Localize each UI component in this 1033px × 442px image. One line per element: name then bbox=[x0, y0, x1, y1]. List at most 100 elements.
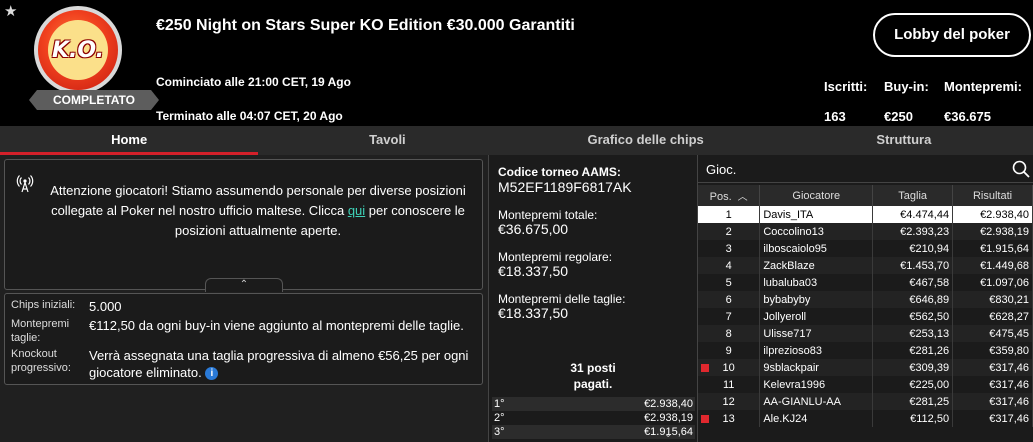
entrants-label: Iscritti: bbox=[824, 79, 868, 94]
row-result: €628,27 bbox=[952, 308, 1033, 325]
table-row[interactable]: 3 ilboscaiolo95 €210,94 €1.915,64 bbox=[698, 240, 1033, 257]
row-player-name: bybabyby bbox=[759, 291, 874, 308]
tournament-details: Chips iniziali: 5.000 Montepremi taglie:… bbox=[4, 293, 483, 385]
table-row[interactable]: 4 ZackBlaze €1.453,70 €1.449,68 bbox=[698, 257, 1033, 274]
column-position[interactable]: Pos. ︿ bbox=[698, 185, 761, 206]
scroll-down-icon[interactable]: ⌄ bbox=[664, 429, 672, 440]
total-prize-value: €36.675,00 bbox=[498, 221, 569, 237]
row-player-name: 9sblackpair bbox=[759, 359, 874, 376]
ko-logo: K.O. COMPLETATO bbox=[22, 0, 159, 112]
tab-structure[interactable]: Struttura bbox=[775, 126, 1033, 155]
row-position: 3 bbox=[698, 240, 761, 257]
row-bounty: €4.474,44 bbox=[872, 206, 954, 223]
row-player-name: Ale.KJ24 bbox=[759, 410, 874, 427]
row-position: 8 bbox=[698, 325, 761, 342]
row-result: €2.938,19 bbox=[952, 223, 1033, 240]
players-table-body: 1 Davis_ITA €4.474,44 €2.938,40 2 Coccolino13… bbox=[698, 206, 1033, 427]
row-position: 2 bbox=[698, 223, 761, 240]
column-bounty[interactable]: Taglia bbox=[872, 185, 954, 206]
row-player-name: ilboscaiolo95 bbox=[759, 240, 874, 257]
prize-panel: Codice torneo AAMS: M52EF1189F6817AK Mon… bbox=[488, 155, 698, 442]
players-panel: Pos.︿ Giocatore Taglia Risultati 1Davis_… bbox=[698, 155, 1033, 442]
buyin-value: €250 bbox=[884, 109, 913, 124]
table-row[interactable]: 8 Ulisse717 €253,13 €475,45 bbox=[698, 325, 1033, 342]
detail-starting-chips: Chips iniziali: 5.000 bbox=[11, 299, 122, 314]
aams-code-value: M52EF1189F6817AK bbox=[498, 179, 632, 195]
row-position: 10 bbox=[698, 359, 761, 376]
table-row[interactable]: 5 lubaluba03 €467,58 €1.097,06 bbox=[698, 274, 1033, 291]
home-info-panel: Attenzione giocatori! Stiamo assumendo p… bbox=[0, 155, 488, 442]
row-bounty: €1.453,70 bbox=[872, 257, 954, 274]
broadcast-antenna-icon bbox=[16, 175, 34, 193]
red-flag-icon bbox=[701, 415, 709, 423]
row-position: 12 bbox=[698, 393, 761, 410]
row-player-name: Davis_ITA bbox=[759, 206, 874, 223]
row-bounty: €562,50 bbox=[872, 308, 954, 325]
table-row[interactable]: 2 Coccolino13 €2.393,23 €2.938,19 bbox=[698, 223, 1033, 240]
row-result: €317,46 bbox=[952, 359, 1033, 376]
row-player-name: AA-GIANLU-AA bbox=[759, 393, 874, 410]
tab-chip-graph[interactable]: Grafico delle chips bbox=[517, 126, 775, 155]
row-player-name: ilprezioso83 bbox=[759, 342, 874, 359]
row-bounty: €281,25 bbox=[872, 393, 954, 410]
table-row[interactable]: 1 Davis_ITA €4.474,44 €2.938,40 bbox=[698, 206, 1033, 223]
row-result: €475,45 bbox=[952, 325, 1033, 342]
row-player-name: Coccolino13 bbox=[759, 223, 874, 240]
row-position: 7 bbox=[698, 308, 761, 325]
row-position: 9 bbox=[698, 342, 761, 359]
info-icon[interactable]: i bbox=[205, 367, 219, 381]
row-bounty: €646,89 bbox=[872, 291, 954, 308]
tournament-title: €250 Night on Stars Super KO Edition €30… bbox=[156, 17, 575, 34]
sort-up-icon[interactable]: ︿ bbox=[738, 188, 748, 203]
table-row[interactable]: 10 9sblackpair €309,39 €317,46 bbox=[698, 359, 1033, 376]
row-position: 4 bbox=[698, 257, 761, 274]
tab-home[interactable]: Home bbox=[0, 126, 259, 155]
row-player-name: lubaluba03 bbox=[759, 274, 874, 291]
row-bounty: €253,13 bbox=[872, 325, 954, 342]
row-result: €1.449,68 bbox=[952, 257, 1033, 274]
start-time: Cominciato alle 21:00 CET, 19 Ago bbox=[156, 75, 351, 89]
aams-code-label: Codice torneo AAMS: bbox=[498, 165, 621, 179]
column-player[interactable]: Giocatore bbox=[759, 185, 874, 206]
column-result[interactable]: Risultati bbox=[952, 185, 1033, 206]
collapse-notice-button[interactable]: ⌃ bbox=[205, 278, 283, 292]
favorite-star-icon[interactable]: ★ bbox=[4, 2, 17, 20]
poker-lobby-button[interactable]: Lobby del poker bbox=[873, 13, 1031, 57]
table-row[interactable]: 6 bybabyby €646,89 €830,21 bbox=[698, 291, 1033, 308]
table-row[interactable]: 11 Kelevra1996 €225,00 €317,46 bbox=[698, 376, 1033, 393]
table-row[interactable]: 12 AA-GIANLU-AA €281,25 €317,46 bbox=[698, 393, 1033, 410]
payout-row: 1° €2.938,40 bbox=[492, 397, 695, 411]
tab-bar: Home Tavoli Grafico delle chips Struttur… bbox=[0, 126, 1033, 155]
row-bounty: €210,94 bbox=[872, 240, 954, 257]
table-row[interactable]: 9 ilprezioso83 €281,26 €359,80 bbox=[698, 342, 1033, 359]
notice-box: Attenzione giocatori! Stiamo assumendo p… bbox=[4, 159, 483, 290]
row-position: 6 bbox=[698, 291, 761, 308]
payout-row: 2° €2.938,19 bbox=[494, 412, 693, 424]
search-icon[interactable] bbox=[1012, 160, 1030, 178]
row-bounty: €225,00 bbox=[872, 376, 954, 393]
bounty-prize-value: €18.337,50 bbox=[498, 305, 569, 321]
row-player-name: Ulisse717 bbox=[759, 325, 874, 342]
buyin-label: Buy-in: bbox=[884, 79, 929, 94]
ko-logo-text: K.O. bbox=[52, 37, 104, 63]
detail-progressive-knockout: Knockout progressivo: Verrà assegnata un… bbox=[11, 348, 469, 381]
row-position: 5 bbox=[698, 274, 761, 291]
table-header: Pos. ︿ Giocatore Taglia Risultati bbox=[698, 185, 1033, 206]
status-badge: COMPLETATO bbox=[29, 90, 159, 110]
row-result: €317,46 bbox=[952, 376, 1033, 393]
bounty-prize-label: Montepremi delle taglie: bbox=[498, 292, 626, 306]
table-row[interactable]: 7 Jollyeroll €562,50 €628,27 bbox=[698, 308, 1033, 325]
row-player-name: ZackBlaze bbox=[759, 257, 874, 274]
row-result: €359,80 bbox=[952, 342, 1033, 359]
table-row[interactable]: 13 Ale.KJ24 €112,50 €317,46 bbox=[698, 410, 1033, 427]
end-time: Terminato alle 04:07 CET, 20 Ago bbox=[156, 109, 343, 123]
row-result: €317,46 bbox=[952, 393, 1033, 410]
tab-tables[interactable]: Tavoli bbox=[258, 126, 516, 155]
row-position: 11 bbox=[698, 376, 761, 393]
notice-link[interactable]: qui bbox=[348, 203, 365, 218]
row-bounty: €467,58 bbox=[872, 274, 954, 291]
player-search-input[interactable] bbox=[706, 160, 996, 178]
row-bounty: €112,50 bbox=[872, 410, 954, 427]
row-bounty: €281,26 bbox=[872, 342, 954, 359]
row-result: €1.915,64 bbox=[952, 240, 1033, 257]
